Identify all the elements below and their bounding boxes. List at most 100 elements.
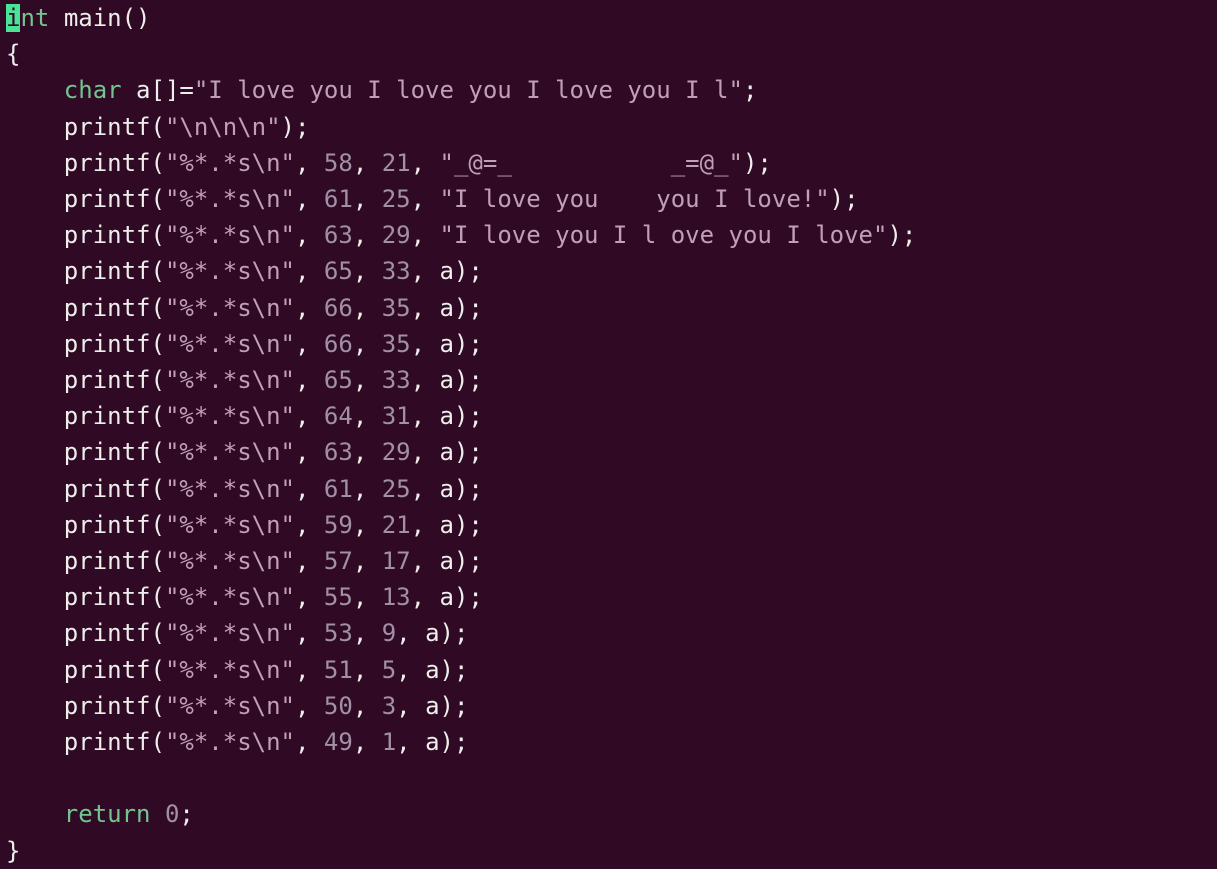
number-literal: 21 xyxy=(382,511,411,539)
keyword-char: char xyxy=(64,76,122,104)
number-literal: 66 xyxy=(324,294,353,322)
brace-close: } xyxy=(6,837,20,865)
code-line: printf("%*.*s\n", 63, 29, "I love you I … xyxy=(6,221,916,249)
string-literal: "%*.*s\n" xyxy=(165,402,295,430)
number-literal: 65 xyxy=(324,257,353,285)
code-line: char a[]="I love you I love you I love y… xyxy=(6,76,757,104)
function-printf: printf xyxy=(64,547,151,575)
string-literal: "\n\n\n" xyxy=(165,113,281,141)
variable-a: a xyxy=(440,475,454,503)
string-literal: "%*.*s\n" xyxy=(165,294,295,322)
number-literal: 65 xyxy=(324,366,353,394)
variable-a: a xyxy=(440,547,454,575)
string-literal: "%*.*s\n" xyxy=(165,221,295,249)
variable-a: a xyxy=(440,511,454,539)
code-line: int main() xyxy=(6,4,151,32)
function-printf: printf xyxy=(64,475,151,503)
code-line: printf("%*.*s\n", 66, 35, a); xyxy=(6,294,483,322)
number-literal: 3 xyxy=(382,692,396,720)
number-literal: 25 xyxy=(382,185,411,213)
code-line: printf("%*.*s\n", 65, 33, a); xyxy=(6,366,483,394)
function-printf: printf xyxy=(64,692,151,720)
number-literal: 33 xyxy=(382,366,411,394)
code-editor[interactable]: int main() { char a[]="I love you I love… xyxy=(0,0,1217,869)
code-line: return 0; xyxy=(6,800,194,828)
variable-a: a xyxy=(440,366,454,394)
string-literal: "%*.*s\n" xyxy=(165,619,295,647)
number-literal: 33 xyxy=(382,257,411,285)
code-line: printf("%*.*s\n", 61, 25, "I love you yo… xyxy=(6,185,859,213)
string-literal: "%*.*s\n" xyxy=(165,583,295,611)
code-line: printf("%*.*s\n", 55, 13, a); xyxy=(6,583,483,611)
code-line: printf("%*.*s\n", 50, 3, a); xyxy=(6,692,468,720)
number-literal: 55 xyxy=(324,583,353,611)
function-printf: printf xyxy=(64,257,151,285)
code-line: printf("%*.*s\n", 58, 21, "_@=_ _=@_"); xyxy=(6,149,772,177)
variable-a: a xyxy=(440,438,454,466)
function-main: main xyxy=(64,4,122,32)
brace-open: { xyxy=(6,40,20,68)
number-literal: 35 xyxy=(382,330,411,358)
number-literal: 0 xyxy=(165,800,179,828)
function-printf: printf xyxy=(64,438,151,466)
function-printf: printf xyxy=(64,366,151,394)
string-literal: "%*.*s\n" xyxy=(165,366,295,394)
code-line: } xyxy=(6,837,20,865)
string-literal: "%*.*s\n" xyxy=(165,511,295,539)
number-literal: 66 xyxy=(324,330,353,358)
number-literal: 13 xyxy=(382,583,411,611)
function-printf: printf xyxy=(64,113,151,141)
number-literal: 31 xyxy=(382,402,411,430)
variable-a: a xyxy=(425,692,439,720)
function-printf: printf xyxy=(64,656,151,684)
variable-a: a xyxy=(440,583,454,611)
function-printf: printf xyxy=(64,330,151,358)
variable-a: a xyxy=(440,294,454,322)
number-literal: 17 xyxy=(382,547,411,575)
string-literal: "%*.*s\n" xyxy=(165,547,295,575)
string-literal: "I love you I l ove you I love" xyxy=(440,221,888,249)
string-literal: "%*.*s\n" xyxy=(165,438,295,466)
string-literal: "%*.*s\n" xyxy=(165,330,295,358)
number-literal: 61 xyxy=(324,475,353,503)
string-literal: "%*.*s\n" xyxy=(165,728,295,756)
number-literal: 9 xyxy=(382,619,396,647)
code-line: printf("%*.*s\n", 65, 33, a); xyxy=(6,257,483,285)
number-literal: 58 xyxy=(324,149,353,177)
variable-a: a xyxy=(425,619,439,647)
function-printf: printf xyxy=(64,619,151,647)
keyword-return: return xyxy=(64,800,151,828)
code-line: printf("%*.*s\n", 59, 21, a); xyxy=(6,511,483,539)
function-printf: printf xyxy=(64,185,151,213)
cursor: i xyxy=(6,4,20,32)
code-line: { xyxy=(6,40,20,68)
function-printf: printf xyxy=(64,402,151,430)
code-line: printf("%*.*s\n", 51, 5, a); xyxy=(6,656,468,684)
number-literal: 29 xyxy=(382,438,411,466)
variable-a: a xyxy=(425,728,439,756)
function-printf: printf xyxy=(64,728,151,756)
number-literal: 53 xyxy=(324,619,353,647)
number-literal: 63 xyxy=(324,221,353,249)
string-literal: "%*.*s\n" xyxy=(165,149,295,177)
string-literal: "%*.*s\n" xyxy=(165,185,295,213)
number-literal: 57 xyxy=(324,547,353,575)
function-printf: printf xyxy=(64,294,151,322)
code-line: printf("%*.*s\n", 61, 25, a); xyxy=(6,475,483,503)
number-literal: 21 xyxy=(382,149,411,177)
function-printf: printf xyxy=(64,511,151,539)
number-literal: 49 xyxy=(324,728,353,756)
string-literal: "_@=_ _=@_" xyxy=(440,149,743,177)
string-literal: "%*.*s\n" xyxy=(165,692,295,720)
number-literal: 64 xyxy=(324,402,353,430)
variable-a: a xyxy=(136,76,150,104)
number-literal: 59 xyxy=(324,511,353,539)
variable-a: a xyxy=(440,257,454,285)
function-printf: printf xyxy=(64,583,151,611)
code-line: printf("%*.*s\n", 66, 35, a); xyxy=(6,330,483,358)
string-literal: "I love you I love you I love you I l" xyxy=(194,76,743,104)
code-line: printf("%*.*s\n", 63, 29, a); xyxy=(6,438,483,466)
number-literal: 1 xyxy=(382,728,396,756)
function-printf: printf xyxy=(64,149,151,177)
number-literal: 50 xyxy=(324,692,353,720)
